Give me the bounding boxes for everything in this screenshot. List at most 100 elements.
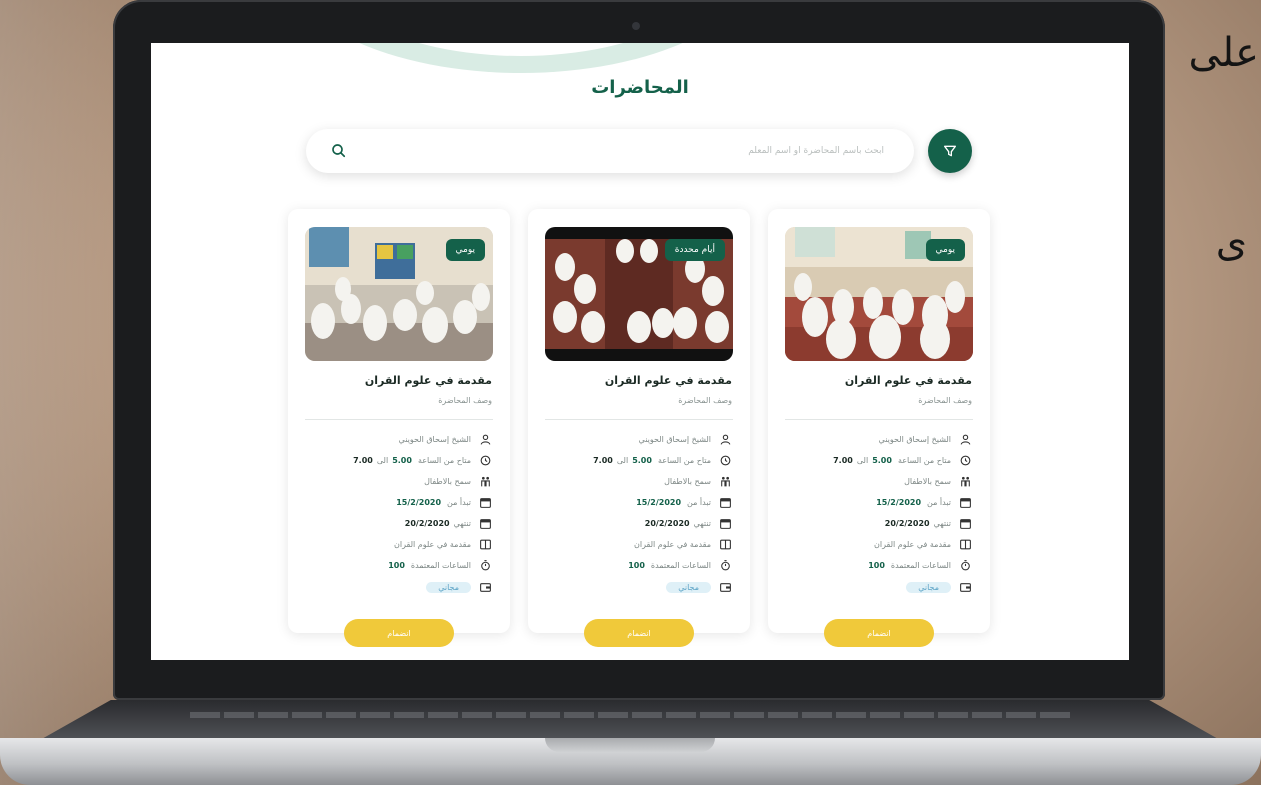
lecture-card[interactable]: يومي مقدمة في علوم القران وصف المحاضرة ا… bbox=[768, 209, 990, 647]
search-input[interactable] bbox=[404, 129, 884, 173]
kids-allowed: سمح بالاطفال bbox=[904, 476, 951, 486]
book-icon bbox=[720, 539, 731, 549]
divider bbox=[305, 419, 493, 420]
kids-row: سمح بالاطفال bbox=[540, 473, 732, 489]
timer-icon bbox=[961, 559, 970, 570]
family-icon bbox=[961, 476, 970, 486]
kids-row: سمح بالاطفال bbox=[780, 473, 972, 489]
course-name: مقدمة في علوم القران bbox=[634, 539, 711, 549]
hours-row: الساعات المعتمدة 100 bbox=[780, 557, 972, 573]
hours-row: الساعات المعتمدة 100 bbox=[300, 557, 492, 573]
price-row: مجاني bbox=[540, 579, 732, 595]
background-caption-1: على bbox=[1188, 30, 1259, 76]
lecture-image: يومي bbox=[785, 227, 973, 361]
clock-icon bbox=[480, 455, 491, 465]
end-date: 20/2/2020 bbox=[404, 518, 450, 528]
join-button[interactable]: انضمام bbox=[584, 619, 694, 647]
user-icon bbox=[480, 434, 491, 445]
schedule-badge: يومي bbox=[445, 239, 485, 261]
divider bbox=[785, 419, 973, 420]
end-row: تنتهي 20/2/2020 bbox=[300, 515, 492, 531]
end-row: تنتهي 20/2/2020 bbox=[540, 515, 732, 531]
lecture-description: وصف المحاضرة bbox=[438, 396, 492, 405]
book-icon bbox=[480, 539, 491, 549]
camera-icon bbox=[632, 22, 640, 30]
price-row: مجاني bbox=[300, 579, 492, 595]
kids-row: سمح بالاطفال bbox=[300, 473, 492, 489]
schedule-badge: أيام محددة bbox=[664, 239, 725, 261]
time-row: متاح من الساعة 5.00 الى 7.00 bbox=[540, 452, 732, 468]
teacher-row: الشيخ إسحاق الحويني bbox=[300, 431, 492, 447]
time-label: متاح من الساعة bbox=[657, 455, 711, 465]
lecture-card[interactable]: يومي مقدمة في علوم القران وصف المحاضرة ا… bbox=[288, 209, 510, 647]
timer-icon bbox=[481, 559, 490, 570]
time-row: متاح من الساعة 5.00 الى 7.00 bbox=[780, 452, 972, 468]
laptop-notch bbox=[545, 738, 715, 752]
user-icon bbox=[720, 434, 731, 445]
family-icon bbox=[481, 476, 490, 486]
start-row: تبدأ من 15/2/2020 bbox=[540, 494, 732, 510]
calendar-icon bbox=[480, 497, 491, 508]
start-label: تبدأ من bbox=[447, 497, 471, 507]
teacher-row: الشيخ إسحاق الحويني bbox=[780, 431, 972, 447]
timer-icon bbox=[721, 559, 730, 570]
time-to: 7.00 bbox=[593, 455, 613, 465]
hours-row: الساعات المعتمدة 100 bbox=[540, 557, 732, 573]
teacher-name: الشيخ إسحاق الحويني bbox=[878, 434, 951, 444]
search-bar bbox=[306, 129, 914, 173]
lecture-description: وصف المحاضرة bbox=[918, 396, 972, 405]
hours-value: 100 bbox=[628, 560, 645, 570]
wallet-icon bbox=[960, 582, 971, 592]
time-label: متاح من الساعة bbox=[897, 455, 951, 465]
background-book bbox=[0, 0, 120, 785]
time-from: 5.00 bbox=[872, 455, 892, 465]
hours-label: الساعات المعتمدة bbox=[410, 560, 471, 570]
teacher-name: الشيخ إسحاق الحويني bbox=[638, 434, 711, 444]
laptop-hinge bbox=[40, 700, 1220, 740]
lecture-title[interactable]: مقدمة في علوم القران bbox=[605, 374, 732, 387]
time-to: 7.00 bbox=[833, 455, 853, 465]
course-row: مقدمة في علوم القران bbox=[540, 536, 732, 552]
lecture-image: أيام محددة bbox=[545, 227, 733, 361]
background-caption-2: ى bbox=[1215, 220, 1247, 266]
hours-label: الساعات المعتمدة bbox=[650, 560, 711, 570]
join-button[interactable]: انضمام bbox=[344, 619, 454, 647]
price-row: مجاني bbox=[780, 579, 972, 595]
end-label: تنتهي bbox=[453, 518, 471, 528]
family-icon bbox=[721, 476, 730, 486]
start-label: تبدأ من bbox=[927, 497, 951, 507]
end-row: تنتهي 20/2/2020 bbox=[780, 515, 972, 531]
lecture-image: يومي bbox=[305, 227, 493, 361]
clock-icon bbox=[720, 455, 731, 465]
lecture-card[interactable]: أيام محددة مقدمة في علوم القران وصف المح… bbox=[528, 209, 750, 647]
start-label: تبدأ من bbox=[687, 497, 711, 507]
teacher-name: الشيخ إسحاق الحويني bbox=[398, 434, 471, 444]
filter-button[interactable] bbox=[928, 129, 972, 173]
time-to: 7.00 bbox=[353, 455, 373, 465]
start-date: 15/2/2020 bbox=[396, 497, 442, 507]
time-separator: الى bbox=[376, 455, 389, 465]
wallet-icon bbox=[720, 582, 731, 592]
end-date: 20/2/2020 bbox=[644, 518, 690, 528]
calendar-icon bbox=[960, 497, 971, 508]
join-button[interactable]: انضمام bbox=[824, 619, 934, 647]
calendar-icon bbox=[480, 518, 491, 529]
start-date: 15/2/2020 bbox=[876, 497, 922, 507]
time-separator: الى bbox=[856, 455, 869, 465]
lecture-title[interactable]: مقدمة في علوم القران bbox=[365, 374, 492, 387]
price-badge: مجاني bbox=[666, 581, 711, 593]
time-from: 5.00 bbox=[392, 455, 412, 465]
hours-value: 100 bbox=[868, 560, 885, 570]
start-row: تبدأ من 15/2/2020 bbox=[780, 494, 972, 510]
calendar-icon bbox=[720, 497, 731, 508]
end-label: تنتهي bbox=[693, 518, 711, 528]
schedule-badge: يومي bbox=[925, 239, 965, 261]
lecture-title[interactable]: مقدمة في علوم القران bbox=[845, 374, 972, 387]
time-label: متاح من الساعة bbox=[417, 455, 471, 465]
user-icon bbox=[960, 434, 971, 445]
search-icon[interactable] bbox=[330, 142, 348, 160]
divider bbox=[545, 419, 733, 420]
course-row: مقدمة في علوم القران bbox=[300, 536, 492, 552]
clock-icon bbox=[960, 455, 971, 465]
calendar-icon bbox=[720, 518, 731, 529]
